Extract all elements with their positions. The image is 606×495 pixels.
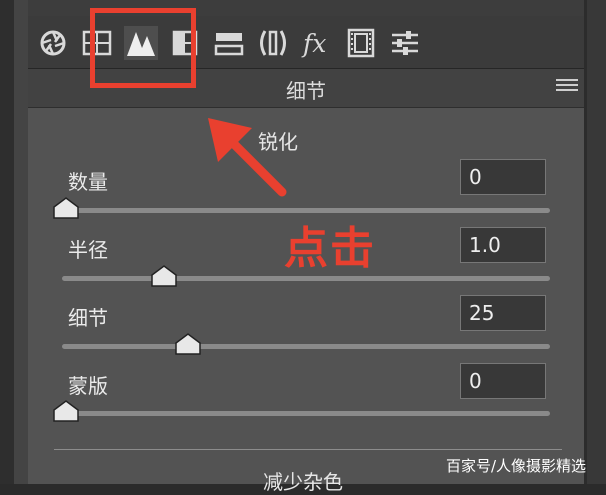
masking-slider-track[interactable] (62, 411, 550, 416)
detail-slider-thumb[interactable] (175, 333, 201, 355)
radius-input[interactable]: 1.0 (460, 227, 546, 263)
pointer-arrow-icon (208, 118, 287, 197)
amount-label: 数量 (68, 170, 108, 194)
detail-label: 细节 (68, 306, 108, 330)
masking-label: 蒙版 (68, 374, 108, 398)
lens-corrections-icon[interactable] (256, 26, 290, 60)
svg-text:fx: fx (301, 29, 326, 58)
highlight-box (90, 8, 196, 88)
amount-input[interactable]: 0 (460, 159, 546, 195)
right-scrollbar[interactable] (584, 0, 606, 484)
radius-slider-track[interactable] (62, 276, 550, 281)
left-gutter (0, 0, 14, 484)
click-annotation: 点击 (284, 223, 376, 274)
aperture-icon[interactable] (36, 26, 70, 60)
menu-icon[interactable] (556, 79, 578, 95)
watermark: 百家号/人像摄影精选 (446, 457, 587, 475)
radius-slider-thumb[interactable] (150, 265, 177, 287)
masking-input[interactable]: 0 (460, 363, 546, 399)
detail-slider-track[interactable] (62, 344, 550, 349)
amount-slider-thumb[interactable] (53, 197, 79, 219)
left-panel-edge (14, 0, 28, 484)
sliders-icon[interactable] (388, 26, 422, 60)
detail-input[interactable]: 25 (460, 295, 546, 331)
section-divider (54, 449, 562, 450)
right-divider (584, 0, 587, 484)
split-toning-icon[interactable] (212, 26, 246, 60)
masking-slider-thumb[interactable] (53, 400, 79, 422)
film-icon[interactable] (344, 26, 378, 60)
radius-label: 半径 (68, 238, 108, 262)
camera-raw-panel: fx 细节 锐化 数量 0 半径 1.0 细节 25 蒙版 0 减少杂色 百家号… (0, 0, 606, 494)
fx-icon[interactable]: fx (300, 26, 334, 60)
